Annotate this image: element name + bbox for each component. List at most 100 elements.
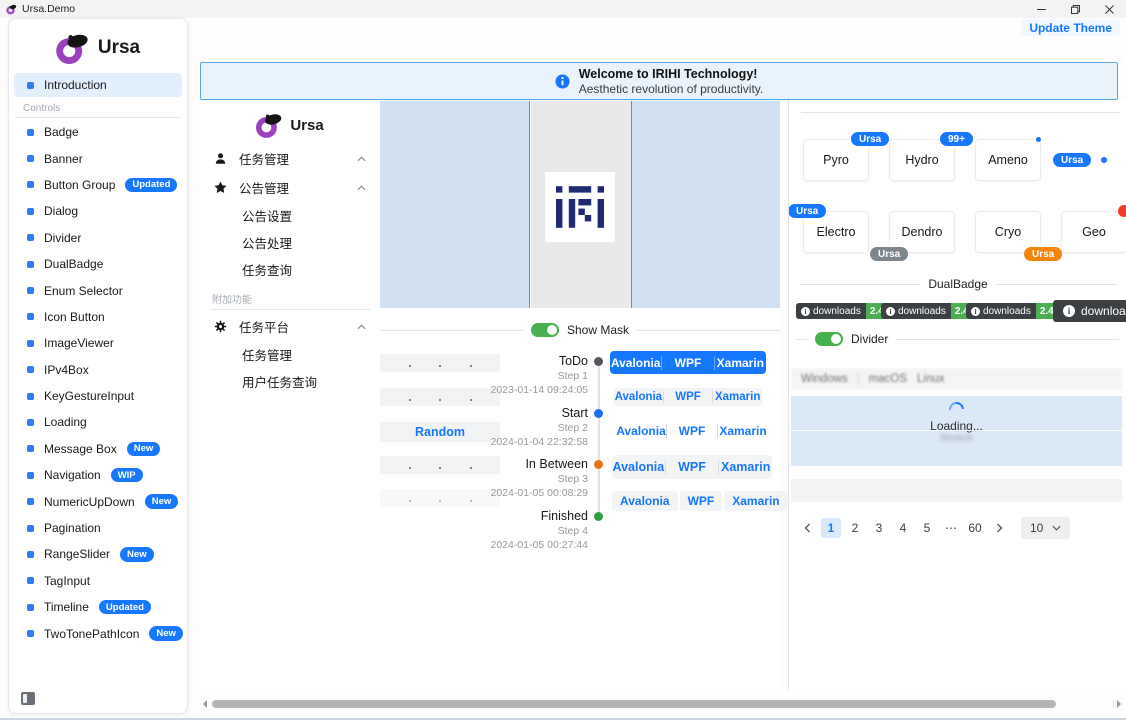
avalonia-button[interactable]: Avalonia	[612, 460, 665, 474]
menu-item-announcement-processing[interactable]: 公告处理	[200, 229, 380, 256]
sidebar-item-divider[interactable]: Divider	[9, 225, 187, 251]
sidebar-item-keygestureinput[interactable]: KeyGestureInput	[9, 383, 187, 409]
avalonia-button[interactable]: Avalonia	[612, 491, 678, 511]
window-title: Ursa.Demo	[22, 3, 75, 15]
pagination-page-4[interactable]: 4	[893, 518, 913, 538]
menu-group-task-platform[interactable]: 任务平台	[200, 312, 380, 341]
pagination-ellipsis[interactable]: ⋯	[941, 518, 961, 538]
divider-toggle[interactable]	[815, 332, 843, 346]
menu-item-announcement-settings[interactable]: 公告设置	[200, 202, 380, 229]
pagination-prev-icon[interactable]	[797, 518, 817, 538]
maximize-button[interactable]	[1058, 0, 1092, 18]
show-mask-toggle[interactable]	[531, 323, 559, 337]
dualbadge-divider-label: DualBadge	[928, 277, 987, 291]
sidebar-item-enum-selector[interactable]: Enum Selector	[9, 277, 187, 303]
info-icon: i	[886, 307, 895, 316]
center-panel: Show Mask Random ToDo Step 1 2023-01-14 …	[380, 100, 780, 690]
menu-item-task-management[interactable]: 任务管理	[200, 341, 380, 368]
sidebar-item-dialog[interactable]: Dialog	[9, 198, 187, 224]
wip-badge: WIP	[111, 468, 143, 482]
menu-bullet-icon	[27, 393, 34, 400]
sidebar-item-taginput[interactable]: TagInput	[9, 568, 187, 594]
avalonia-button[interactable]: Avalonia	[616, 424, 666, 438]
menu-bullet-icon	[27, 366, 34, 373]
new-badge: New	[149, 626, 183, 640]
sidebar-collapse-icon[interactable]	[21, 692, 35, 705]
scrollbar-left-arrow[interactable]	[203, 700, 207, 708]
sidebar-item-introduction[interactable]: Introduction	[14, 73, 182, 97]
sidebar-item-message-box[interactable]: Message BoxNew	[9, 436, 187, 462]
menu-bullet-icon	[27, 261, 34, 268]
button-group-chips: Avalonia WPF Xamarin	[612, 491, 788, 511]
standalone-ursa-badge: Ursa	[1052, 152, 1092, 168]
wpf-button[interactable]: WPF	[680, 491, 723, 511]
sidebar-item-dualbadge[interactable]: DualBadge	[9, 251, 187, 277]
dualbadge-downloads-large: idownloads 2.4k	[1053, 300, 1126, 322]
menu-item-user-task-query[interactable]: 用户任务查询	[200, 368, 380, 395]
pagination-page-3[interactable]: 3	[869, 518, 889, 538]
xamarin-button[interactable]: Xamarin	[717, 424, 768, 438]
sidebar-list: Badge Banner Button GroupUpdated Dialog …	[9, 119, 187, 647]
sidebar-item-timeline[interactable]: TimelineUpdated	[9, 594, 187, 620]
minimize-button[interactable]	[1024, 0, 1058, 18]
badge-card-ameno: Ameno	[975, 139, 1041, 181]
user-icon	[214, 152, 227, 165]
menu-group-announcement-management[interactable]: 公告管理	[200, 173, 380, 202]
divider-line	[637, 330, 780, 331]
chevron-up-icon	[357, 156, 366, 162]
banner-title: Welcome to IRIHI Technology!	[579, 67, 764, 81]
xamarin-button[interactable]: Xamarin	[724, 491, 787, 511]
sidebar-item-banner[interactable]: Banner	[9, 145, 187, 171]
sidebar-item-loading[interactable]: Loading	[9, 409, 187, 435]
sidebar-item-button-group[interactable]: Button GroupUpdated	[9, 172, 187, 198]
menu-bullet-icon	[27, 419, 34, 426]
sidebar-item-navigation[interactable]: NavigationWIP	[9, 462, 187, 488]
sidebar-item-pagination[interactable]: Pagination	[9, 515, 187, 541]
sidebar-item-badge[interactable]: Badge	[9, 119, 187, 145]
tab-macos[interactable]: macOS	[869, 373, 907, 385]
title-bar: Ursa.Demo	[0, 0, 1126, 18]
xamarin-button[interactable]: Xamarin	[714, 356, 766, 370]
page-size-select[interactable]: 10	[1021, 517, 1070, 539]
wpf-button[interactable]: WPF	[666, 424, 717, 438]
menu-group-task-management[interactable]: 任务管理	[200, 144, 380, 173]
menu-bullet-icon	[27, 340, 34, 347]
sidebar-item-imageviewer[interactable]: ImageViewer	[9, 330, 187, 356]
wpf-button[interactable]: WPF	[665, 460, 719, 474]
sidebar-item-numericupdown[interactable]: NumericUpDownNew	[9, 488, 187, 514]
menu-bullet-icon	[27, 181, 34, 188]
tab-linux[interactable]: Linux	[917, 373, 945, 385]
pagination-page-60[interactable]: 60	[965, 518, 985, 538]
sidebar-item-twotonepathicon[interactable]: TwoTonePathIconNew	[9, 620, 187, 646]
ursa-logo-icon	[256, 112, 283, 138]
sidebar-item-ipv4box[interactable]: IPv4Box	[9, 357, 187, 383]
viewer-mask-right	[631, 101, 780, 308]
xamarin-button[interactable]: Xamarin	[718, 460, 772, 474]
count-badge: 99+	[939, 131, 974, 147]
wpf-button[interactable]: WPF	[663, 391, 713, 403]
pagination-page-2[interactable]: 2	[845, 518, 865, 538]
dualbadge-downloads: idownloads 2.4k	[796, 303, 893, 319]
image-viewer[interactable]	[380, 101, 780, 308]
scrollbar-right-arrow[interactable]	[1117, 700, 1121, 708]
wpf-button[interactable]: WPF	[661, 356, 713, 370]
close-button[interactable]	[1092, 0, 1126, 18]
sidebar-item-rangeslider[interactable]: RangeSliderNew	[9, 541, 187, 567]
menu-bullet-icon	[27, 313, 34, 320]
avalonia-button[interactable]: Avalonia	[614, 391, 663, 403]
xamarin-button[interactable]: Xamarin	[712, 391, 762, 403]
horizontal-scrollbar-thumb[interactable]	[212, 700, 1056, 708]
ursa-badge-gray: Ursa	[869, 246, 909, 262]
chevron-up-icon	[357, 185, 366, 191]
menu-item-task-query[interactable]: 任务查询	[200, 256, 380, 283]
menu-bullet-icon	[27, 287, 34, 294]
sidebar-item-icon-button[interactable]: Icon Button	[9, 304, 187, 330]
pagination-next-icon[interactable]	[989, 518, 1009, 538]
tab-windows[interactable]: Windows	[801, 373, 848, 385]
pagination-page-1[interactable]: 1	[821, 518, 841, 538]
pagination-page-5[interactable]: 5	[917, 518, 937, 538]
avalonia-button[interactable]: Avalonia	[610, 356, 661, 370]
update-theme-button[interactable]: Update Theme	[1021, 19, 1120, 36]
timeline-dot-todo	[594, 357, 603, 366]
button-group-solid: Avalonia WPF Xamarin	[610, 351, 766, 374]
